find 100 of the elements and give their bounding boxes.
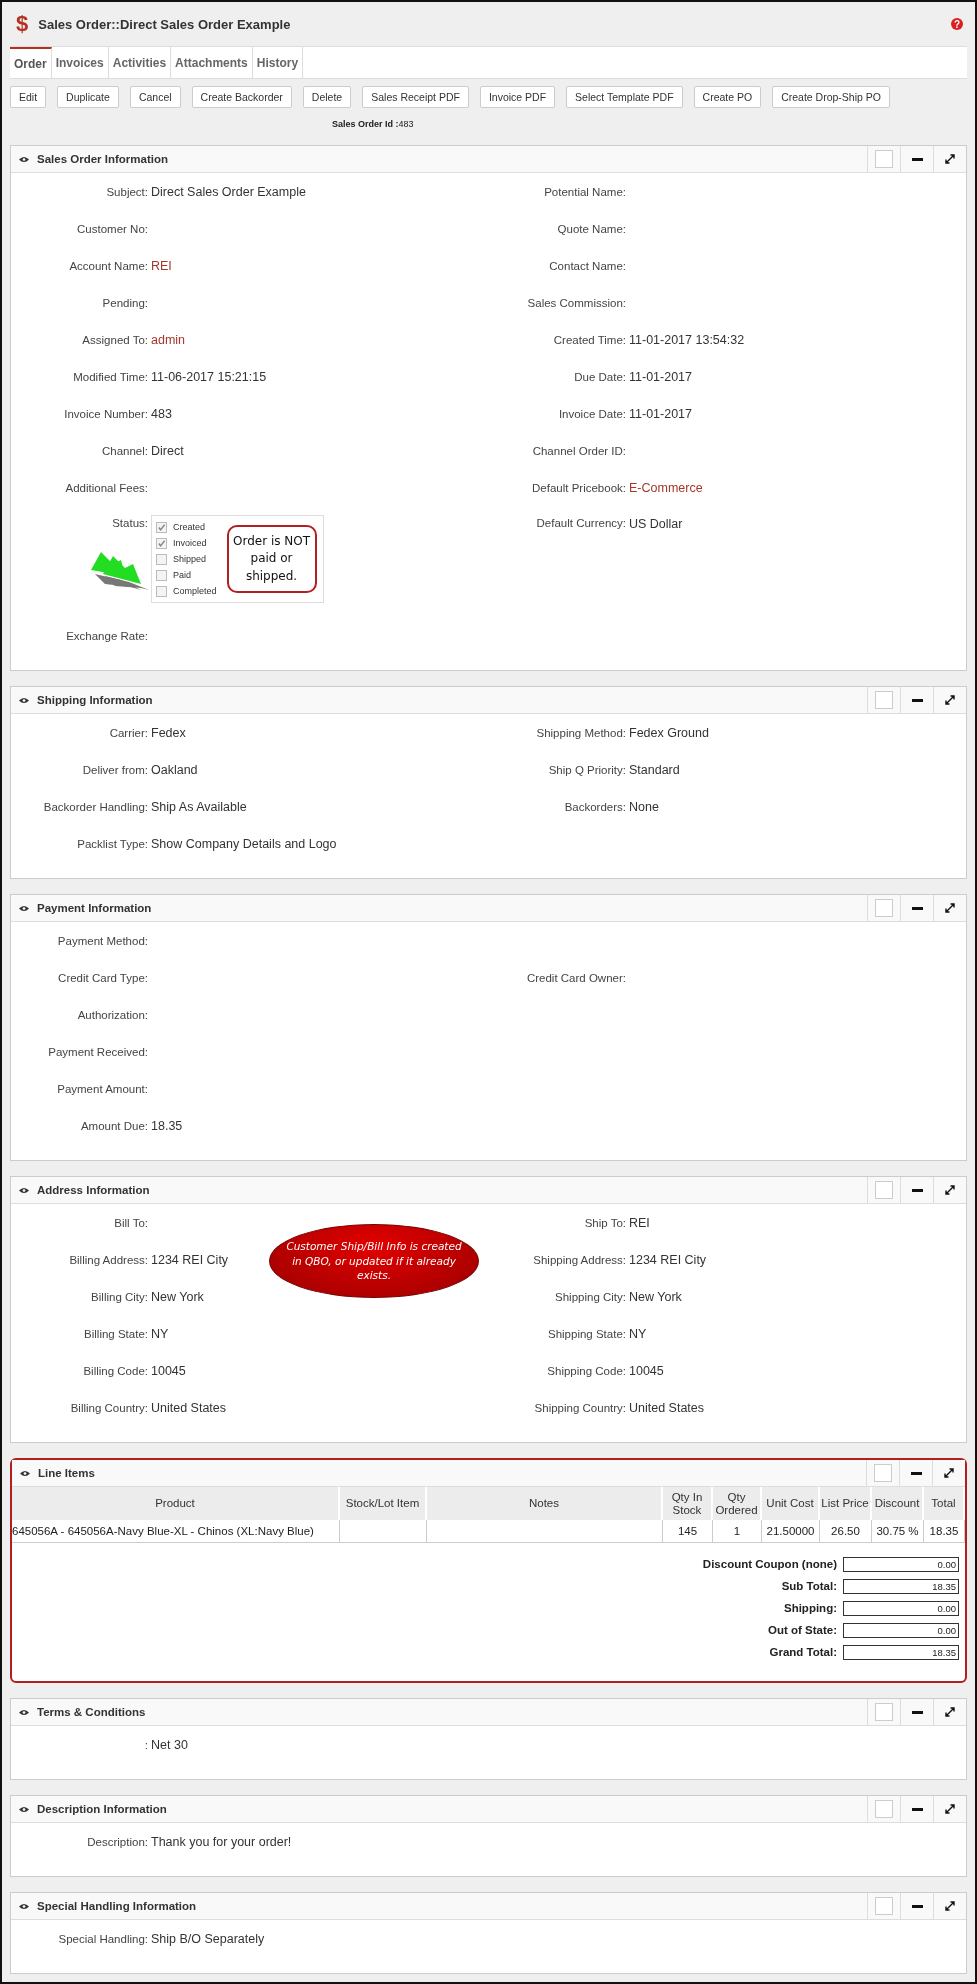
table-cell: 26.50 xyxy=(820,1520,872,1543)
tab[interactable]: Order xyxy=(10,47,52,78)
select-checkbox[interactable] xyxy=(875,1897,893,1915)
field-label: Amount Due: xyxy=(80,1119,148,1132)
action-button[interactable]: Cancel xyxy=(129,86,181,108)
help-icon[interactable]: ? xyxy=(951,18,963,30)
select-checkbox[interactable] xyxy=(875,899,893,917)
column-header: Total xyxy=(924,1487,965,1520)
minus-icon[interactable] xyxy=(911,1188,923,1192)
eye-icon[interactable] xyxy=(19,1805,29,1813)
expand-icon[interactable] xyxy=(945,1185,955,1195)
column-header: Discount xyxy=(872,1487,924,1520)
action-button[interactable]: Create Drop-Ship PO xyxy=(772,86,890,108)
field-value: 483 xyxy=(151,406,172,421)
section-title: Sales Order Information xyxy=(37,153,169,165)
minus-icon[interactable] xyxy=(911,906,923,910)
total-field: 0.00 xyxy=(843,1556,959,1572)
eye-icon[interactable] xyxy=(19,696,29,704)
field-value: 11-06-2017 15:21:15 xyxy=(151,369,267,384)
field-link[interactable]: admin xyxy=(151,332,186,347)
field-label: Status: xyxy=(112,517,148,529)
field-value: US Dollar xyxy=(629,517,683,531)
action-button[interactable]: Delete xyxy=(302,86,352,108)
checkbox[interactable] xyxy=(156,521,167,533)
checkbox[interactable] xyxy=(156,537,167,549)
total-field: 18.35 xyxy=(843,1644,959,1660)
action-button[interactable]: Select Template PDF xyxy=(566,86,683,108)
field-label: Special Handling: xyxy=(58,1932,148,1945)
column-header: Qty In Stock xyxy=(663,1487,713,1520)
eye-icon[interactable] xyxy=(19,155,29,163)
callout-note: Order is NOT paid or shipped. xyxy=(226,524,317,594)
field-label: Created Time: xyxy=(553,333,626,346)
table-cell: 30.75 % xyxy=(872,1520,924,1543)
column-header: Notes xyxy=(427,1487,663,1520)
eye-icon[interactable] xyxy=(19,1708,29,1716)
field-label: Default Currency: xyxy=(536,517,626,529)
select-checkbox[interactable] xyxy=(875,1181,893,1199)
expand-icon[interactable] xyxy=(945,695,955,705)
minus-icon[interactable] xyxy=(911,157,923,161)
action-button[interactable]: Create Backorder xyxy=(191,86,292,108)
expand-icon[interactable] xyxy=(945,1804,955,1814)
field-value: Thank you for your order! xyxy=(151,1834,292,1849)
expand-icon[interactable] xyxy=(944,1468,954,1478)
expand-icon[interactable] xyxy=(945,1901,955,1911)
eye-icon[interactable] xyxy=(19,904,29,912)
field-label: Shipping Method: xyxy=(536,726,626,739)
select-checkbox[interactable] xyxy=(875,150,893,168)
field-value: United States xyxy=(151,1400,227,1415)
field-value: 1234 REI City xyxy=(629,1252,707,1267)
field-value: REI xyxy=(629,1215,650,1230)
minus-icon[interactable] xyxy=(911,1710,923,1714)
minus-icon[interactable] xyxy=(911,1807,923,1811)
expand-icon[interactable] xyxy=(945,1707,955,1717)
field-value: Oakland xyxy=(151,762,198,777)
checkbox[interactable] xyxy=(156,569,167,581)
field-value: 11-01-2017 xyxy=(629,369,692,384)
action-button[interactable]: Edit xyxy=(10,86,47,108)
total-label: Out of State: xyxy=(768,1624,837,1636)
expand-icon[interactable] xyxy=(945,154,955,164)
checkbox-label: Paid xyxy=(173,570,191,580)
field-label: Billing Address: xyxy=(69,1253,148,1266)
expand-icon[interactable] xyxy=(945,903,955,913)
field-value: NY xyxy=(151,1326,169,1341)
section-title: Shipping Information xyxy=(37,694,154,706)
field-value: Direct Sales Order Example xyxy=(151,184,306,199)
checkbox[interactable] xyxy=(156,553,167,565)
total-label: Grand Total: xyxy=(769,1646,837,1658)
action-button[interactable]: Create PO xyxy=(693,86,762,108)
field-label: Carrier: xyxy=(109,726,148,739)
eye-icon[interactable] xyxy=(19,1902,29,1910)
table-cell: 1 xyxy=(713,1520,762,1543)
minus-icon[interactable] xyxy=(910,1471,922,1475)
action-button[interactable]: Invoice PDF xyxy=(479,86,556,108)
eye-icon[interactable] xyxy=(20,1469,30,1477)
select-checkbox[interactable] xyxy=(875,1703,893,1721)
field-label: Authorization: xyxy=(77,1008,148,1021)
field-value: None xyxy=(629,799,659,814)
select-checkbox[interactable] xyxy=(874,1464,892,1482)
minus-icon[interactable] xyxy=(911,1904,923,1908)
field-link[interactable]: REI xyxy=(151,258,172,273)
total-field: 0.00 xyxy=(843,1622,959,1638)
field-label: Pending: xyxy=(102,296,148,309)
field-link[interactable]: E-Commerce xyxy=(629,480,703,495)
minus-icon[interactable] xyxy=(911,698,923,702)
eye-icon[interactable] xyxy=(19,1186,29,1194)
field-label: Contact Name: xyxy=(549,259,626,272)
checkbox[interactable] xyxy=(156,585,167,597)
dollar-icon: $ xyxy=(16,11,29,37)
select-checkbox[interactable] xyxy=(875,691,893,709)
action-button[interactable]: Sales Receipt PDF xyxy=(362,86,469,108)
checkbox-label: Shipped xyxy=(173,554,207,564)
action-button[interactable]: Duplicate xyxy=(57,86,119,108)
total-label: Discount Coupon (none) xyxy=(702,1558,837,1570)
field-value: 11-01-2017 xyxy=(629,406,692,421)
field-label: Additional Fees: xyxy=(65,481,148,494)
select-checkbox[interactable] xyxy=(875,1800,893,1818)
field-value: 11-01-2017 13:54:32 xyxy=(629,332,745,347)
field-value: 10045 xyxy=(151,1363,186,1378)
field-label: Default Pricebook: xyxy=(532,481,626,494)
field-label: Credit Card Type: xyxy=(58,971,148,984)
